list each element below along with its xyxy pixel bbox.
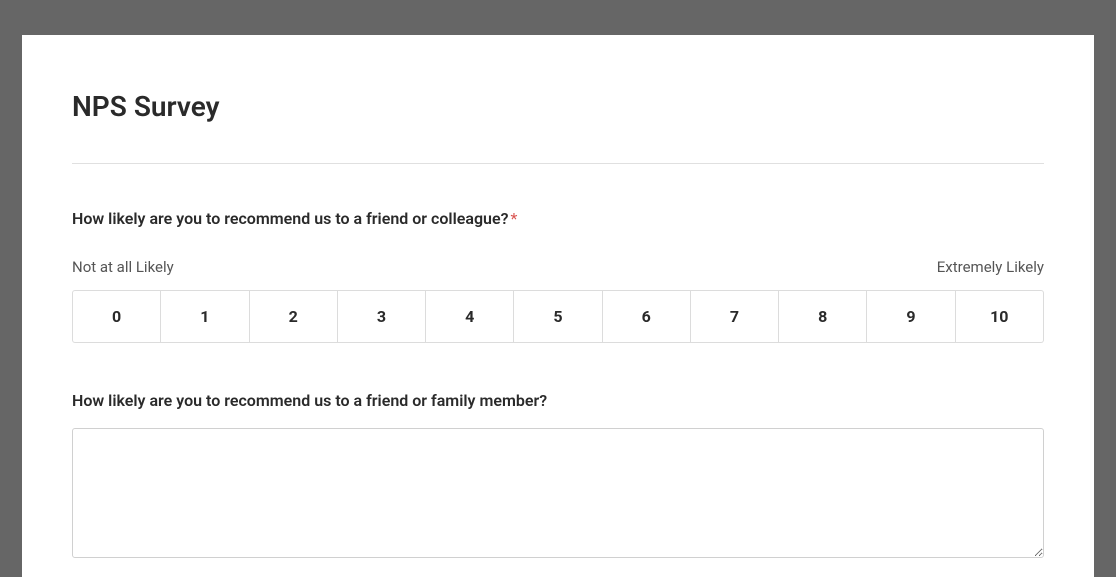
page-title: NPS Survey	[72, 90, 1044, 123]
scale-option-2[interactable]: 2	[250, 290, 338, 343]
scale-option-9[interactable]: 9	[867, 290, 955, 343]
survey-page: NPS Survey How likely are you to recomme…	[22, 35, 1094, 577]
question-2-textarea[interactable]	[72, 428, 1044, 558]
scale-option-0[interactable]: 0	[72, 290, 161, 343]
scale-option-4[interactable]: 4	[426, 290, 514, 343]
scale-min-label: Not at all Likely	[72, 258, 174, 276]
scale-option-5[interactable]: 5	[514, 290, 602, 343]
scale-max-label: Extremely Likely	[937, 258, 1044, 276]
question-1-text: How likely are you to recommend us to a …	[72, 209, 508, 228]
question-2: How likely are you to recommend us to a …	[72, 391, 1044, 410]
required-marker: *	[510, 209, 517, 228]
scale-labels: Not at all Likely Extremely Likely	[72, 258, 1044, 276]
scale-option-1[interactable]: 1	[161, 290, 249, 343]
divider	[72, 163, 1044, 164]
scale-option-7[interactable]: 7	[691, 290, 779, 343]
scale-option-3[interactable]: 3	[338, 290, 426, 343]
scale-option-6[interactable]: 6	[603, 290, 691, 343]
nps-scale: 0 1 2 3 4 5 6 7 8 9 10	[72, 290, 1044, 343]
scale-option-10[interactable]: 10	[956, 290, 1044, 343]
question-1: How likely are you to recommend us to a …	[72, 209, 1044, 228]
scale-option-8[interactable]: 8	[779, 290, 867, 343]
